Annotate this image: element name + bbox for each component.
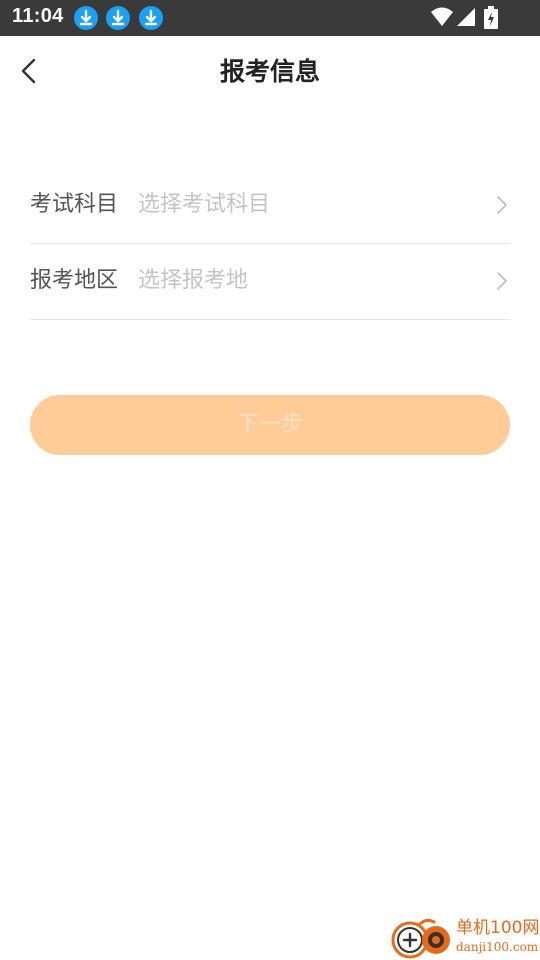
exam-subject-row[interactable]: 考试科目 选择考试科目 [30, 167, 510, 244]
watermark-name: 单机100网 [456, 918, 540, 938]
signal-icon [455, 6, 477, 32]
exam-region-label: 报考地区 [30, 268, 119, 293]
site-watermark: 单机100网 danji100.com [390, 916, 540, 960]
watermark-logo-icon [391, 918, 450, 959]
watermark-domain: danji100.com [456, 940, 539, 954]
nav-bar: 报考信息 [0, 36, 540, 108]
next-step-button[interactable]: 下一步 [30, 395, 510, 455]
page-title: 报考信息 [219, 57, 320, 86]
chevron-right-icon [497, 272, 507, 290]
download-icon [106, 6, 130, 30]
exam-region-placeholder: 选择报考地 [138, 268, 249, 293]
status-bar: 11:04 [0, 0, 540, 36]
download-icon [74, 6, 98, 30]
exam-subject-placeholder: 选择考试科目 [138, 192, 271, 217]
wifi-icon [430, 6, 454, 32]
download-icon [139, 6, 163, 30]
exam-subject-label: 考试科目 [30, 192, 119, 217]
chevron-right-icon [497, 196, 507, 214]
app-screen: 11:04 报考信息 考试科目 选择考试科目 报考地区 选择报考地 下一步 单机… [0, 0, 540, 960]
battery-charging-icon [484, 6, 498, 34]
status-time: 11:04 [12, 5, 64, 27]
exam-region-row[interactable]: 报考地区 选择报考地 [30, 243, 510, 320]
